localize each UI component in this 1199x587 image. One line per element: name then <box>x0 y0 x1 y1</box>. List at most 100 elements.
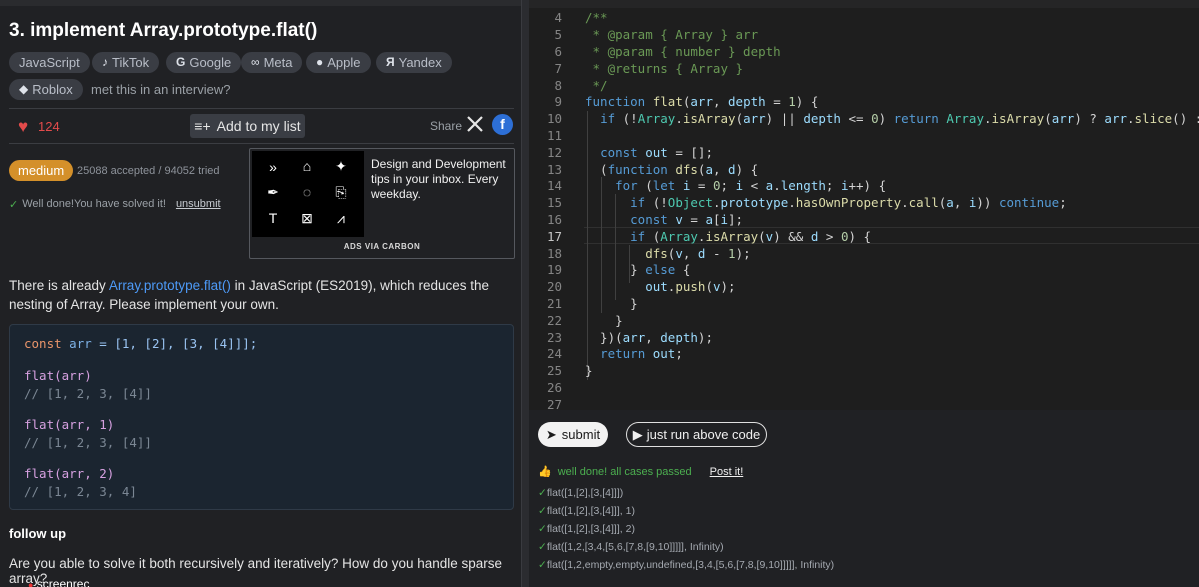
example-result: // [1, 2, 3, [4]] <box>24 386 152 401</box>
submit-button[interactable]: ➤ submit <box>538 422 608 447</box>
line-number: 16 <box>546 212 562 227</box>
tag-javascript[interactable]: JavaScript <box>9 52 90 73</box>
test-case-text: flat([1,[2],[3,[4]]]) <box>546 487 624 499</box>
line-number: 27 <box>546 397 562 410</box>
heart-icon[interactable]: ♥ <box>18 117 28 137</box>
tag-yandex[interactable]: Я Yandex <box>376 52 452 73</box>
tag-tiktok[interactable]: ♪ TikTok <box>92 52 160 73</box>
code-line: /** <box>585 10 608 25</box>
tag-roblox[interactable]: ◆ Roblox <box>9 79 83 100</box>
facebook-share-icon[interactable]: f <box>492 114 513 135</box>
editor-toolbar <box>529 0 1199 8</box>
top-bar-fragment <box>0 0 521 6</box>
page-title: 3. implement Array.prototype.flat() <box>9 20 318 41</box>
ad-text: Design and Development tips in your inbo… <box>371 157 506 201</box>
line-number: 4 <box>554 10 562 25</box>
add-to-list-label: Add to my list <box>216 118 301 134</box>
tiktok-icon: ♪ <box>102 55 108 69</box>
post-it-link[interactable]: Post it! <box>710 466 744 478</box>
line-number: 6 <box>554 44 562 59</box>
meta-icon: ∞ <box>251 55 260 69</box>
line-number: 24 <box>546 346 562 361</box>
text-icon: T <box>268 210 278 226</box>
code-line: const v = a[i]; <box>630 212 744 227</box>
check-icon: ✓ <box>9 199 19 211</box>
thumbs-up-icon: 👍 <box>538 466 552 478</box>
code-editor[interactable]: 4 5 6 7 8 9 10 11 12 13 14 15 16 17 18 1… <box>529 0 1199 410</box>
example-result: // [1, 2, 3, [4]] <box>24 435 152 450</box>
code-token: arr <box>69 336 92 351</box>
pass-text: well done! all cases passed <box>557 465 692 478</box>
test-case: ✓flat([1,2,[3,4,[5,6,[7,8,[9,10]]]]], In… <box>538 541 724 553</box>
code-line: return out; <box>600 346 683 361</box>
line-number: 18 <box>546 246 562 261</box>
code-line: if (!Array.isArray(arr) || depth <= 0) r… <box>600 111 1199 126</box>
test-case-text: flat([1,2,empty,empty,undefined,[3,4,[5,… <box>546 559 835 571</box>
code-line: (function dfs(a, d) { <box>585 162 759 177</box>
sparkle-icon: ✦ <box>335 158 347 174</box>
google-icon: G <box>176 55 186 69</box>
check-icon: ✓ <box>538 559 547 571</box>
tag-label: Yandex <box>398 55 442 70</box>
lasso-icon: ◌ <box>302 184 312 200</box>
line-number: 11 <box>546 128 562 143</box>
results-panel: ➤ submit ▶ just run above code 👍 well do… <box>529 410 1199 587</box>
line-number: 21 <box>546 296 562 311</box>
home-icon: ⌂ <box>302 158 312 174</box>
line-number: 20 <box>546 279 562 294</box>
tag-label: Apple <box>327 55 361 70</box>
carbon-ad[interactable]: » ⌂ ✦ ✒ ◌ ⎘ T ⊠ ⩘ Design and Development… <box>249 148 515 259</box>
code-line: dfs(v, d - 1); <box>645 246 751 261</box>
unsubmit-link[interactable]: unsubmit <box>176 198 221 211</box>
divider <box>9 108 514 109</box>
line-number: 14 <box>546 178 562 193</box>
met-in-interview-link[interactable]: met this in an interview? <box>91 82 230 97</box>
record-dot-icon: ● <box>28 580 34 587</box>
solved-text: Well done!You have solved it! <box>22 198 166 210</box>
image-frame-icon: ⊠ <box>301 210 313 226</box>
run-code-button[interactable]: ▶ just run above code <box>626 422 767 447</box>
code-line: } <box>585 363 593 378</box>
line-number: 7 <box>554 61 562 76</box>
check-icon: ✓ <box>538 505 547 517</box>
example-result: // [1, 2, 3, 4] <box>24 484 137 499</box>
example-call: flat(arr, 2) <box>24 466 115 481</box>
code-line: if (!Object.prototype.hasOwnProperty.cal… <box>630 195 1067 210</box>
code-line: } <box>585 296 638 311</box>
panel-resize-handle[interactable] <box>521 0 529 587</box>
tag-label: Meta <box>263 55 293 70</box>
tag-label: JavaScript <box>19 55 80 70</box>
array-flat-link[interactable]: Array.prototype.flat() <box>109 278 231 293</box>
difficulty-badge: medium <box>9 160 74 181</box>
description-text: There is already <box>9 278 109 293</box>
line-number: 10 <box>546 111 562 126</box>
add-list-icon: ≡+ <box>194 118 211 134</box>
tag-google[interactable]: G Google <box>166 52 242 73</box>
x-share-icon[interactable] <box>465 114 485 134</box>
line-number: 5 <box>554 27 562 42</box>
code-line: const out = []; <box>600 145 713 160</box>
tag-meta[interactable]: ∞ Meta <box>241 52 303 73</box>
followup-title: follow up <box>9 526 67 541</box>
code-line: for (let i = 0; i < a.length; i++) { <box>615 178 887 193</box>
code-line: } else { <box>585 262 691 277</box>
vector-icon: ⩘ <box>337 210 345 226</box>
test-case: ✓flat([1,[2],[3,[4]]], 1) <box>538 505 635 517</box>
code-line: out.push(v); <box>645 279 736 294</box>
line-number: 22 <box>546 313 562 328</box>
submit-label: submit <box>561 427 601 442</box>
line-number: 26 <box>546 380 562 395</box>
check-icon: ✓ <box>538 541 547 553</box>
submission-stats: 25088 accepted / 94052 tried <box>77 165 220 177</box>
line-number: 17 <box>546 229 562 244</box>
add-to-list-button[interactable]: ≡+ Add to my list <box>190 114 305 138</box>
tag-apple[interactable]: ● Apple <box>306 52 371 73</box>
roblox-icon: ◆ <box>19 82 29 96</box>
check-icon: ✓ <box>538 487 547 499</box>
test-case: ✓flat([1,[2],[3,[4]]], 2) <box>538 523 635 535</box>
tag-label: Google <box>189 55 232 70</box>
example-call: flat(arr) <box>24 368 92 383</box>
problem-panel: 3. implement Array.prototype.flat() Java… <box>0 0 521 587</box>
line-number: 15 <box>546 195 562 210</box>
run-label: just run above code <box>646 427 761 442</box>
